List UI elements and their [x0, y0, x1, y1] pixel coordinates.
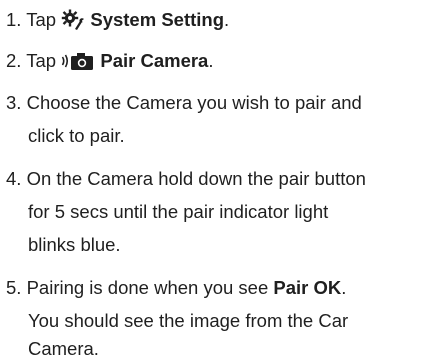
step-5: 5. Pairing is done when you see Pair OK. [6, 277, 346, 299]
step-3: 3. Choose the Camera you wish to pair an… [6, 92, 362, 114]
step-bold-text: System Setting [90, 9, 225, 30]
step-bold-text: Pair Camera [100, 50, 209, 71]
step-suffix: . [224, 9, 230, 30]
step-1: 1. Tap System Setting. [6, 8, 229, 35]
step-number: 1. [6, 9, 22, 30]
step-text: You should see the image from the Car [28, 310, 349, 331]
step-text: Tap [26, 9, 57, 30]
step-number: 5. [6, 277, 22, 298]
step-5-continued: You should see the image from the Car [28, 310, 348, 332]
step-2: 2. Tap Pair Camera. [6, 50, 213, 76]
step-suffix: . [341, 277, 347, 298]
step-number: 2. [6, 50, 22, 71]
step-text: On the Camera hold down the pair button [26, 168, 366, 189]
camera-signal-icon [61, 51, 95, 76]
pairing-instructions: 1. Tap System Setting. 2. Tap Pair Camer… [0, 0, 425, 362]
step-bold-text: Pair OK [273, 277, 342, 298]
step-text: blinks blue. [28, 234, 121, 255]
step-text: Camera. [28, 338, 99, 359]
step-number: 4. [6, 168, 22, 189]
step-text: for 5 secs until the pair indicator ligh… [28, 201, 329, 222]
step-4-continued: blinks blue. [28, 234, 121, 256]
step-text: click to pair. [28, 125, 125, 146]
step-5-continued: Camera. [28, 338, 99, 360]
step-4: 4. On the Camera hold down the pair butt… [6, 168, 366, 190]
gear-wrench-icon [61, 8, 85, 35]
step-text: Pairing is done when you see [26, 277, 269, 298]
step-text: Choose the Camera you wish to pair and [26, 92, 362, 113]
step-3-continued: click to pair. [28, 125, 125, 147]
step-4-continued: for 5 secs until the pair indicator ligh… [28, 201, 328, 223]
step-suffix: . [208, 50, 214, 71]
step-text: Tap [26, 50, 57, 71]
step-number: 3. [6, 92, 22, 113]
